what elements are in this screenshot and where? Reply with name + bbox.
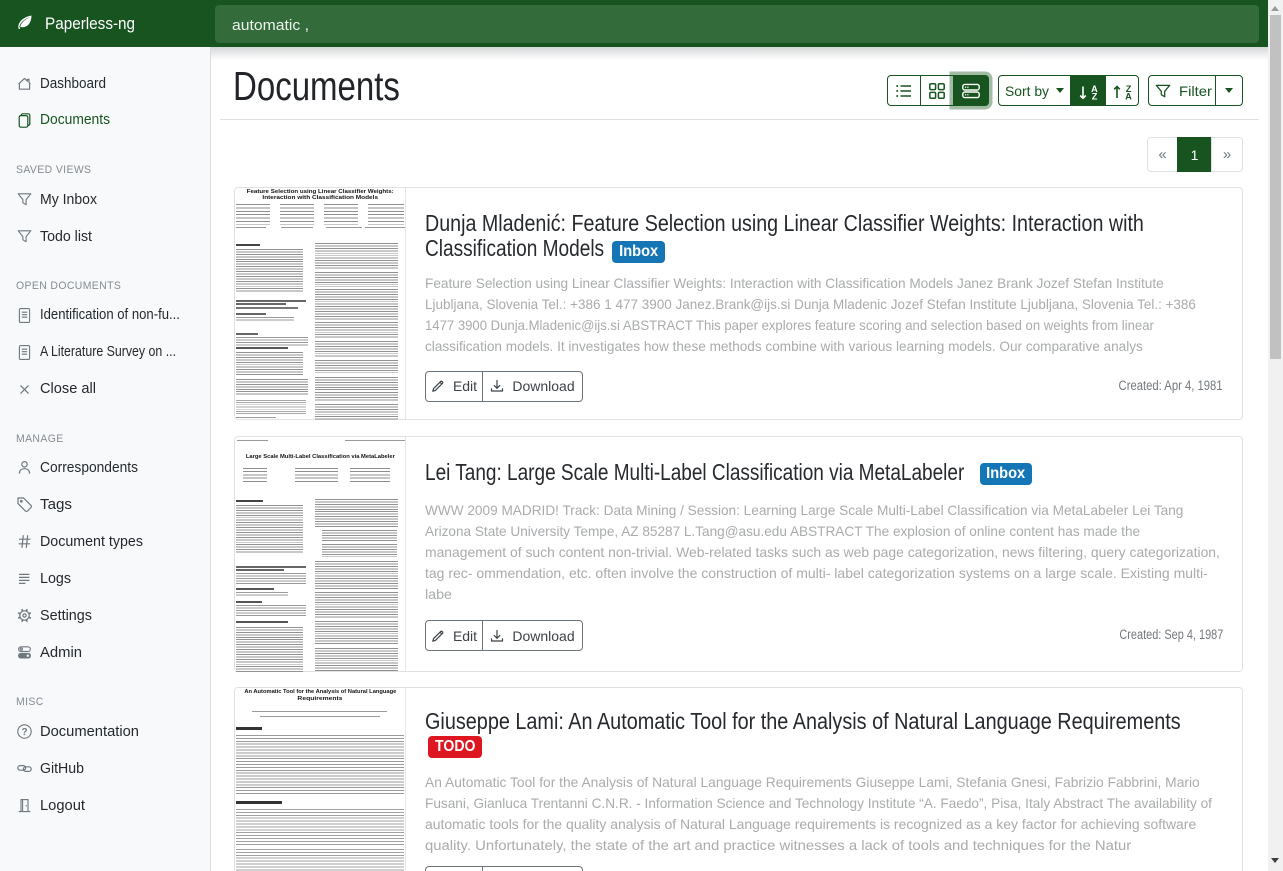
svg-text:?: ?	[21, 727, 27, 738]
svg-text:Z: Z	[1092, 91, 1098, 100]
svg-text:A: A	[1125, 91, 1132, 100]
